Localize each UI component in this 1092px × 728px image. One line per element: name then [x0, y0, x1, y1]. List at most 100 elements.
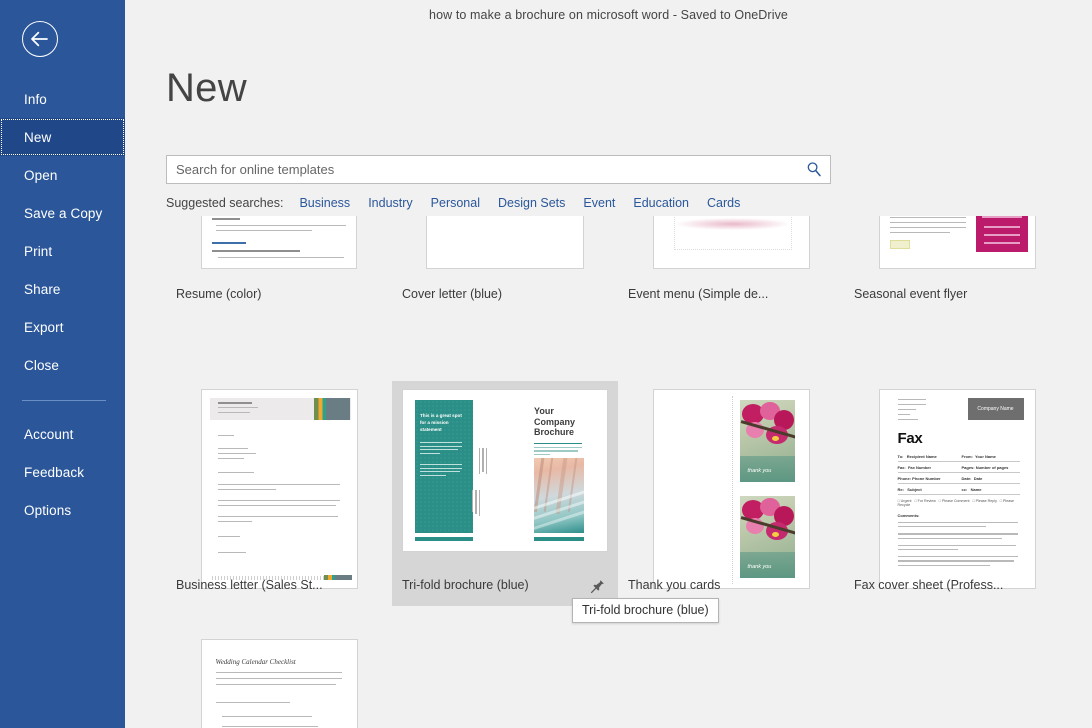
thankyou-caption: thank you: [748, 564, 772, 570]
template-card-cover-letter-blue[interactable]: Cover letter (blue): [392, 216, 618, 315]
template-card-wedding-calendar-checklist[interactable]: Wedding Calendar Checklist: [166, 631, 392, 728]
template-card-fax-cover-sheet[interactable]: Company Name Fax To: Recipient Name From…: [844, 381, 1070, 606]
template-label: Fax cover sheet (Profess...: [854, 578, 1044, 592]
template-thumbnail-wrap: Wedding Calendar Checklist: [176, 639, 382, 728]
template-label: Seasonal event flyer: [854, 287, 1044, 301]
sidebar-item-label: Open: [24, 168, 57, 183]
template-thumbnail: [201, 216, 357, 269]
template-label: Tri-fold brochure (blue): [402, 578, 592, 592]
wedding-checklist-title: Wedding Calendar Checklist: [216, 658, 296, 666]
sidebar-item-feedback[interactable]: Feedback: [0, 453, 125, 491]
template-card-body: Business letter (Sales St...: [166, 381, 392, 606]
template-thumbnail: thank you thank yo: [653, 389, 810, 589]
template-thumbnail-wrap: thank you thank yo: [628, 389, 834, 560]
suggested-searches: Suggested searches: Business Industry Pe…: [166, 196, 758, 210]
brochure-heading-line1: Your: [534, 406, 575, 417]
template-card-event-menu[interactable]: Event menu (Simple de...: [618, 216, 844, 315]
template-thumbnail: [653, 216, 810, 269]
sidebar-item-export[interactable]: Export: [0, 308, 125, 346]
sidebar-item-close[interactable]: Close: [0, 346, 125, 384]
template-thumbnail-wrap: TITLE HERE Event Description Heading: [854, 216, 1060, 269]
template-card-body: This is a great spot for a mission state…: [392, 381, 618, 606]
suggested-link-cards[interactable]: Cards: [707, 196, 740, 210]
suggested-link-design-sets[interactable]: Design Sets: [498, 196, 565, 210]
sidebar-item-label: Feedback: [24, 465, 84, 480]
template-label: Cover letter (blue): [402, 287, 592, 301]
template-thumbnail-wrap: [176, 216, 382, 269]
sidebar-item-open[interactable]: Open: [0, 156, 125, 194]
template-label: Thank you cards: [628, 578, 818, 592]
title-bar: how to make a brochure on microsoft word…: [125, 0, 1092, 30]
template-card-body: Cover letter (blue): [392, 216, 618, 315]
template-thumbnail: [201, 389, 358, 589]
template-grid: Resume (color) Cover letter (blue): [166, 216, 1092, 728]
template-card-business-letter[interactable]: Business letter (Sales St...: [166, 381, 392, 606]
sidebar-nav: Info New Open Save a Copy Print Share Ex…: [0, 80, 125, 529]
pin-icon[interactable]: [590, 578, 606, 594]
template-card-resume-color[interactable]: Resume (color): [166, 216, 392, 315]
search-input[interactable]: [166, 155, 831, 184]
template-thumbnail: This is a great spot for a mission state…: [402, 389, 608, 552]
sidebar-item-label: Account: [24, 427, 73, 442]
sidebar-item-info[interactable]: Info: [0, 80, 125, 118]
suggested-searches-label: Suggested searches:: [166, 196, 283, 210]
template-card-body: thank you thank yo: [618, 381, 844, 606]
thankyou-caption: thank you: [748, 468, 772, 474]
page-title: New: [166, 66, 247, 111]
fax-title: Fax: [898, 430, 923, 447]
back-arrow-button[interactable]: [22, 21, 58, 57]
brochure-heading-line2: Company: [534, 417, 575, 428]
sidebar-item-print[interactable]: Print: [0, 232, 125, 270]
new-template-pane: New Suggested searches: Business Industr…: [125, 30, 1092, 728]
sidebar-item-label: Print: [24, 244, 52, 259]
template-label: Business letter (Sales St...: [176, 578, 366, 592]
document-title: how to make a brochure on microsoft word…: [429, 8, 788, 22]
sidebar-item-share[interactable]: Share: [0, 270, 125, 308]
template-thumbnail-wrap: [402, 216, 608, 269]
brochure-heading-line3: Brochure: [534, 427, 575, 438]
brochure-mission-statement: This is a great spot for a mission state…: [420, 412, 464, 433]
template-card-body: Event menu (Simple de...: [618, 216, 844, 315]
sidebar-item-label: Close: [24, 358, 59, 373]
sidebar-item-account[interactable]: Account: [0, 415, 125, 453]
search-icon[interactable]: [805, 160, 823, 178]
sidebar-item-label: Share: [24, 282, 61, 297]
back-arrow-icon: [30, 31, 50, 47]
sidebar-item-label: Save a Copy: [24, 206, 102, 221]
fax-company-box: Company Name: [968, 398, 1024, 420]
search-row: [166, 155, 831, 184]
sidebar-item-options[interactable]: Options: [0, 491, 125, 529]
suggested-link-industry[interactable]: Industry: [368, 196, 412, 210]
suggested-link-event[interactable]: Event: [583, 196, 615, 210]
template-label: Resume (color): [176, 287, 366, 301]
suggested-link-business[interactable]: Business: [299, 196, 350, 210]
template-card-seasonal-event-flyer[interactable]: TITLE HERE Event Description Heading Sea…: [844, 216, 1070, 315]
sidebar-item-save-a-copy[interactable]: Save a Copy: [0, 194, 125, 232]
backstage-sidebar: Info New Open Save a Copy Print Share Ex…: [0, 0, 125, 728]
word-backstage-new-screen: how to make a brochure on microsoft word…: [0, 0, 1092, 728]
sidebar-item-label: New: [24, 130, 51, 145]
template-thumbnail: Wedding Calendar Checklist: [201, 639, 358, 728]
template-thumbnail-wrap: This is a great spot for a mission state…: [402, 389, 608, 560]
template-thumbnail-wrap: [628, 216, 834, 269]
template-card-thank-you-cards[interactable]: thank you thank yo: [618, 381, 844, 606]
tooltip: Tri-fold brochure (blue): [572, 598, 719, 623]
template-label: Event menu (Simple de...: [628, 287, 818, 301]
suggested-link-personal[interactable]: Personal: [431, 196, 480, 210]
template-card-body: Resume (color): [166, 216, 392, 315]
sidebar-divider: [22, 400, 106, 401]
template-card-body: Company Name Fax To: Recipient Name From…: [844, 381, 1070, 606]
sidebar-item-label: Export: [24, 320, 64, 335]
sidebar-item-label: Options: [24, 503, 71, 518]
template-card-body: TITLE HERE Event Description Heading Sea…: [844, 216, 1070, 315]
sidebar-item-label: Info: [24, 92, 47, 107]
template-thumbnail-wrap: Company Name Fax To: Recipient Name From…: [854, 389, 1060, 560]
template-thumbnail: Company Name Fax To: Recipient Name From…: [879, 389, 1036, 589]
template-thumbnail-wrap: [176, 389, 382, 560]
template-card-body: Wedding Calendar Checklist: [166, 631, 392, 728]
sidebar-item-new[interactable]: New: [0, 118, 125, 156]
template-thumbnail: [426, 216, 584, 269]
template-thumbnail: TITLE HERE Event Description Heading: [879, 216, 1036, 269]
template-card-tri-fold-brochure-blue[interactable]: This is a great spot for a mission state…: [392, 381, 618, 606]
suggested-link-education[interactable]: Education: [633, 196, 689, 210]
